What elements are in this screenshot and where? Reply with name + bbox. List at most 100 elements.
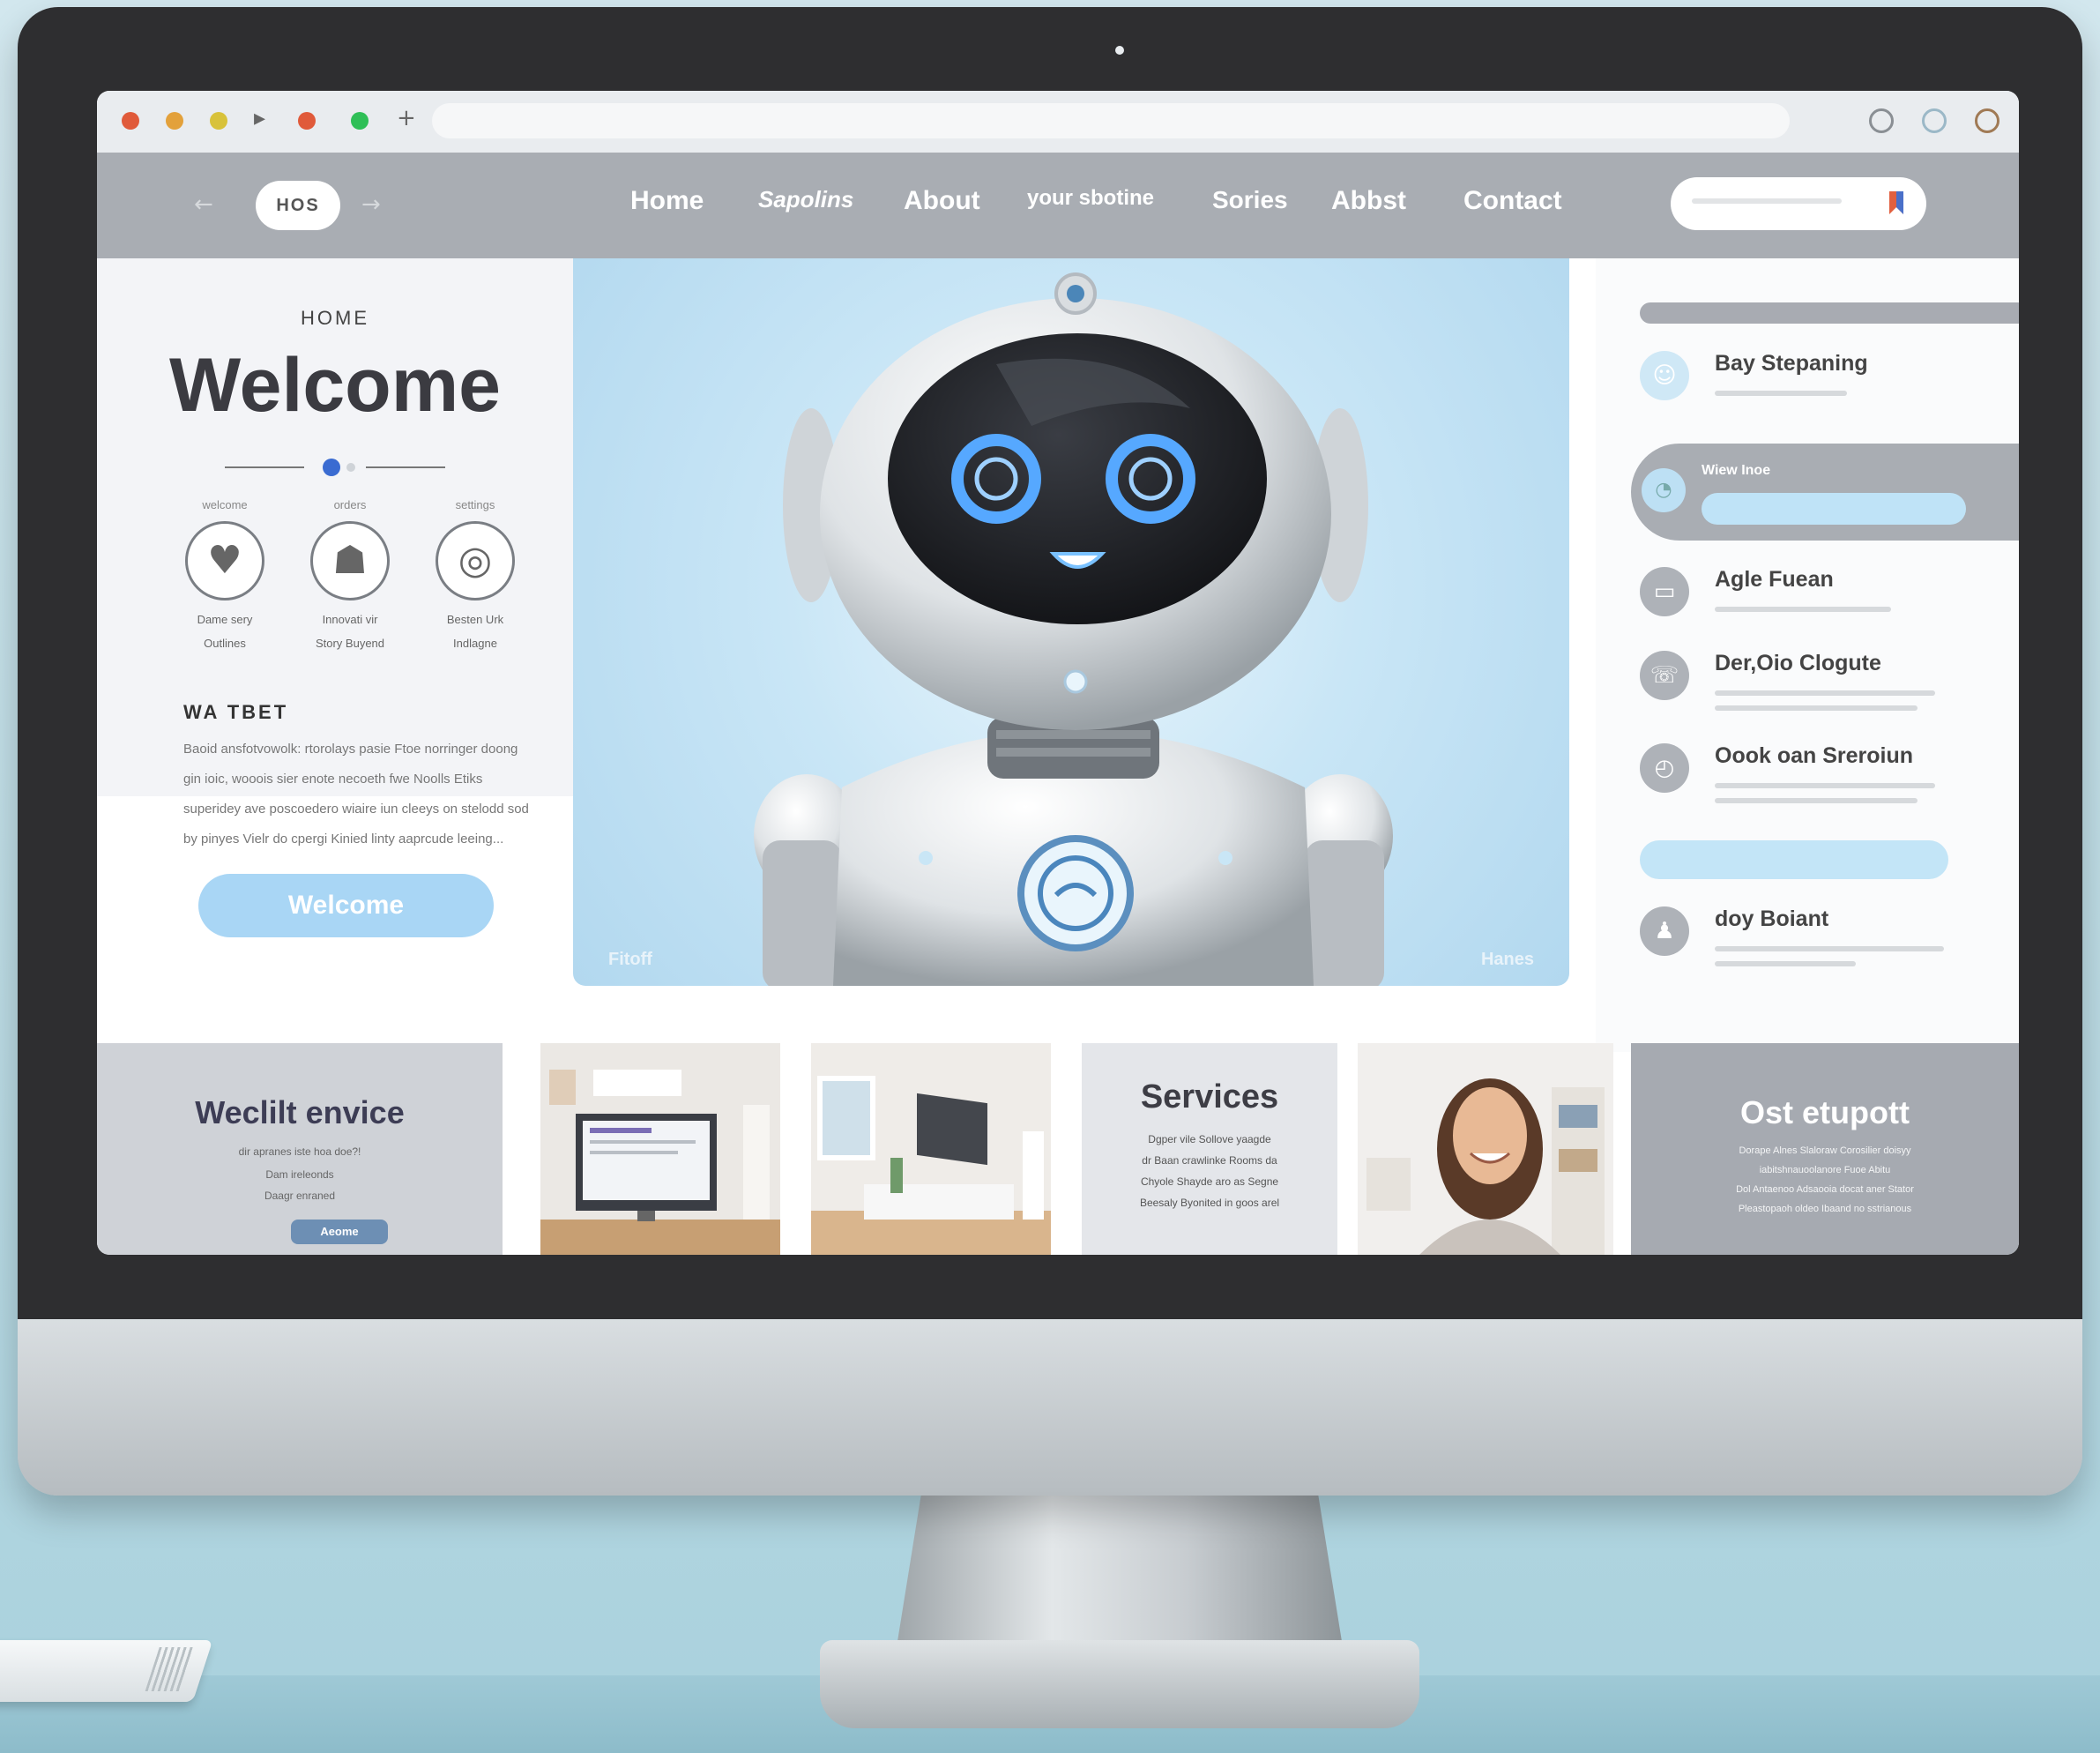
search-box[interactable] — [1671, 177, 1926, 230]
new-tab-icon[interactable]: + — [397, 105, 416, 131]
feature-label: Dame sery — [197, 613, 253, 626]
nav-about[interactable]: About — [904, 186, 980, 216]
maximize-window-icon[interactable] — [210, 112, 227, 130]
sidebar-action-pill[interactable] — [1640, 840, 1948, 879]
card-text: dr Baan crawlinke Rooms da — [1142, 1154, 1277, 1167]
site-logo[interactable]: HOS — [256, 181, 340, 230]
monitor-stand-base — [820, 1640, 1419, 1728]
placeholder-line — [1715, 607, 1891, 612]
welcome-button[interactable]: Welcome — [198, 874, 494, 937]
placeholder-line — [1715, 961, 1856, 966]
sidebar-item-title: Agle Fuean — [1715, 567, 1834, 592]
sidebar-item[interactable]: ☺ Bay Stepaning — [1640, 351, 2010, 421]
feature-item[interactable]: settings ◎ Besten Urk Indlagne — [409, 498, 541, 650]
divider-right — [366, 466, 445, 468]
feature-label: Besten Urk — [446, 613, 504, 626]
sidebar-item-title: Bay Stepaning — [1715, 351, 1868, 376]
notebook — [0, 1640, 213, 1702]
placeholder-line — [1715, 783, 1935, 788]
sidebar-item-input[interactable] — [1702, 493, 1966, 525]
services-card[interactable]: Services Dgper vile Sollove yaagde dr Ba… — [1082, 1043, 1337, 1255]
nav-your-solutions[interactable]: your sbotine — [1027, 186, 1154, 211]
feature-caption: orders — [333, 498, 367, 511]
monitor-chin — [18, 1319, 2082, 1496]
sidebar-header-bar — [1640, 302, 2019, 324]
person-photo[interactable] — [1358, 1043, 1613, 1255]
hero-caption: Hanes — [1480, 950, 1534, 969]
sidebar-item[interactable]: ▭ Agle Fuean — [1640, 567, 2010, 638]
card-title: Weclilt envice — [195, 1094, 405, 1130]
monitor-bezel: ▸ + ← HOS → Home Sapolins About your sbo… — [18, 7, 2082, 1319]
close-window-icon[interactable] — [122, 112, 139, 130]
feature-item[interactable]: welcome ♥ Dame sery Outlines — [159, 498, 291, 650]
support-card[interactable]: Ost etupott Dorape Alnes Slaloraw Corosi… — [1631, 1043, 2019, 1255]
divider-left — [225, 466, 304, 468]
living-room-image — [811, 1043, 1051, 1255]
chat-icon: ☏ — [1640, 651, 1689, 700]
card-text: iabitshnauoolanore Fuoe Abitu — [1759, 1165, 1891, 1175]
nav-contact[interactable]: Contact — [1463, 186, 1562, 216]
placeholder-line — [1715, 705, 1918, 711]
welcome-panel: HOME Welcome welcome ♥ Dame sery Outline… — [97, 258, 573, 847]
record-icon[interactable] — [298, 112, 316, 130]
card-title: Services — [1140, 1078, 1279, 1115]
sidebar-item-title: doy Boiant — [1715, 906, 1829, 931]
sidebar-item-title: Oook oan Sreroiun — [1715, 743, 1914, 768]
address-bar[interactable] — [432, 103, 1790, 138]
card-text: Pleastopaoh oldeo Ibaand no sstrianous — [1738, 1204, 1912, 1214]
living-room-photo[interactable] — [811, 1043, 1051, 1255]
profile-icon[interactable] — [1975, 108, 1999, 133]
activity-sidebar: ☺ Bay Stepaning ◔ Wiew Inoe ▭ Agle Fuean… — [1596, 258, 2019, 1070]
clock-icon: ◔ — [1642, 468, 1686, 512]
bed-icon: ▭ — [1640, 567, 1689, 616]
placeholder-line — [1715, 946, 1944, 951]
search-placeholder — [1692, 193, 1868, 204]
minimize-window-icon[interactable] — [166, 112, 183, 130]
feature-caption: settings — [455, 498, 495, 511]
feature-sublabel: Story Buyend — [315, 637, 385, 650]
card-text: Beesaly Byonited in goos arel — [1139, 1197, 1280, 1209]
nav-stories[interactable]: Sories — [1212, 186, 1288, 214]
person-image — [1358, 1043, 1613, 1255]
card-text: Chyole Shayde aro as Segne — [1140, 1175, 1279, 1188]
office-image — [540, 1043, 780, 1255]
nav-home[interactable]: Home — [630, 186, 704, 216]
globe-icon — [323, 459, 355, 476]
sidebar-item-active[interactable]: ◔ Wiew Inoe — [1631, 444, 2019, 541]
play-icon[interactable]: ▸ — [254, 105, 265, 131]
card-text: Dam ireleonds — [265, 1168, 334, 1181]
feature-sublabel: Outlines — [204, 637, 246, 650]
nav-about-alt[interactable]: Abbst — [1331, 186, 1406, 216]
card-title: Ost etupott — [1740, 1094, 1910, 1130]
browser-window: ▸ + ← HOS → Home Sapolins About your sbo… — [97, 91, 2019, 1255]
sidebar-item-title: Wiew Inoe — [1702, 463, 1771, 478]
card-text: Dorape Alnes Slaloraw Corosilier doisyy — [1739, 1145, 1911, 1156]
sidebar-item[interactable]: ♟ doy Boiant — [1640, 906, 2010, 977]
status-icon[interactable] — [351, 112, 369, 130]
office-photo[interactable] — [540, 1043, 780, 1255]
feature-item[interactable]: orders ☗ Innovati vir Story Buyend — [284, 498, 416, 650]
bookmark-icon[interactable] — [1888, 190, 1905, 216]
back-arrow-icon[interactable]: ← — [194, 191, 213, 218]
feature-sublabel: Indlagne — [453, 637, 497, 650]
sidebar-item-title: Der,Oio Clogute — [1715, 651, 1881, 675]
person-icon: ☗ — [310, 521, 390, 600]
hero-caption: Fitoff — [608, 950, 652, 969]
sidebar-item[interactable]: ◴ Oook oan Sreroiun — [1640, 743, 2010, 814]
placeholder-line — [1715, 690, 1935, 696]
site-header: ← HOS → Home Sapolins About your sbotine… — [97, 153, 2019, 258]
sidebar-item[interactable]: ☏ Der,Oio Clogute — [1640, 651, 2010, 721]
webcam-icon — [1115, 46, 1124, 55]
globe-icon[interactable] — [1922, 108, 1947, 133]
placeholder-line — [1715, 391, 1847, 396]
forward-arrow-icon[interactable]: → — [361, 191, 381, 218]
page-title: Welcome — [169, 343, 501, 428]
card-text: Dol Antaenoo Adsaooia docat aner Stator — [1736, 1184, 1914, 1195]
refresh-icon[interactable] — [1869, 108, 1894, 133]
section-heading: WA TBET — [183, 701, 289, 723]
service-card[interactable]: Weclilt envice dir apranes iste hoa doe?… — [97, 1043, 503, 1255]
clock-icon: ◴ — [1640, 743, 1689, 793]
card-button[interactable]: Aeome — [291, 1220, 388, 1244]
nav-solutions[interactable]: Sapolins — [758, 186, 853, 213]
browser-toolbar: ▸ + — [97, 91, 2019, 153]
